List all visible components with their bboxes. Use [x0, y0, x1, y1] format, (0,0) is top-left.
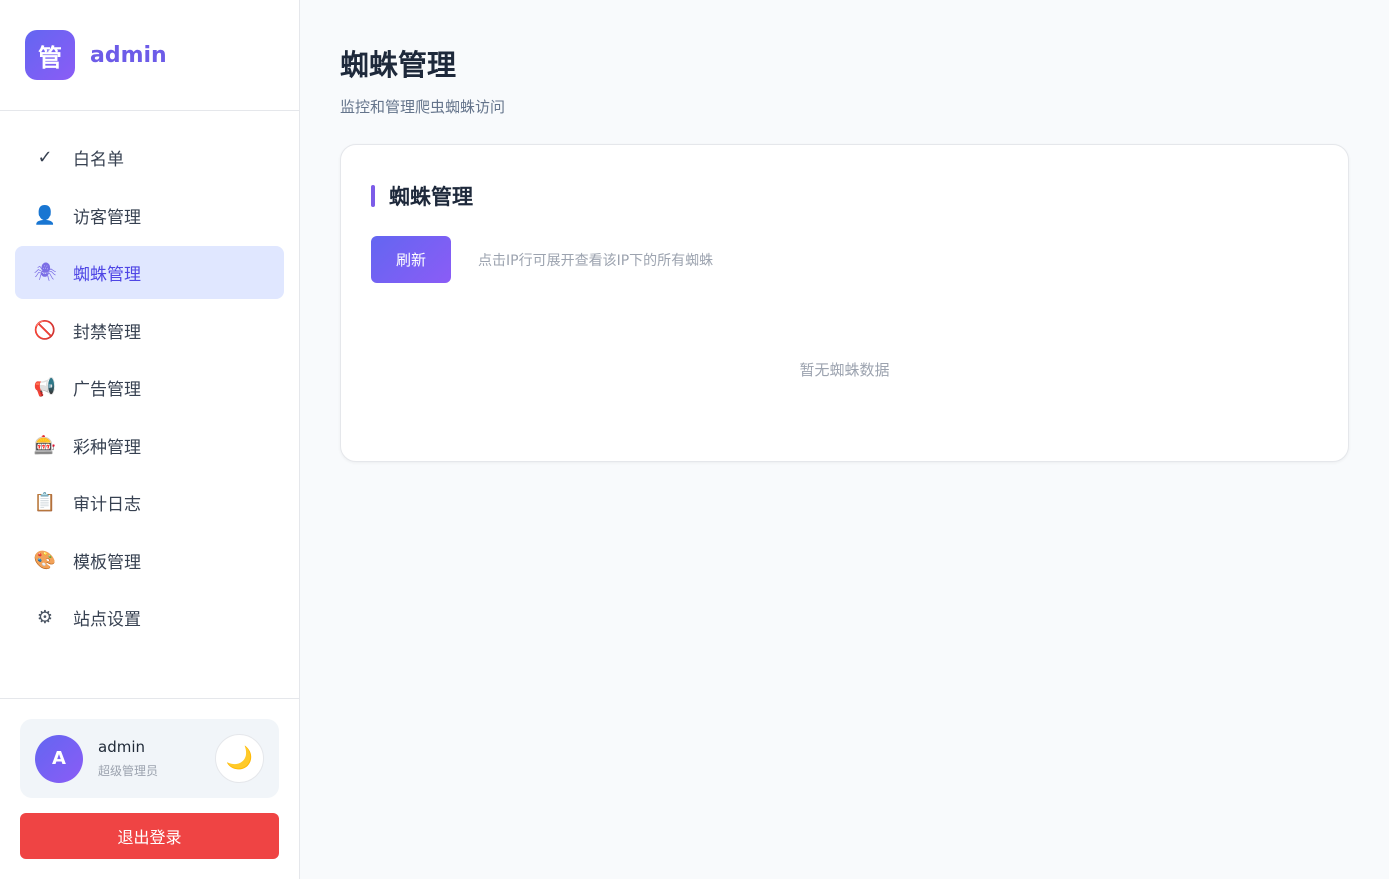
sidebar-item-label: 站点设置	[73, 610, 141, 630]
user-role: 超级管理员	[98, 764, 159, 778]
sidebar-item-templates[interactable]: 🎨 模板管理	[15, 534, 284, 587]
sidebar-item-label: 白名单	[73, 150, 124, 170]
sidebar-item-bans[interactable]: 🚫 封禁管理	[15, 304, 284, 357]
palette-icon: 🎨	[33, 549, 57, 571]
avatar: A	[35, 734, 83, 783]
sidebar-footer: A admin 超级管理员 🌙 退出登录	[0, 698, 299, 879]
page-title: 蜘蛛管理	[340, 48, 457, 82]
brand: 管 admin	[0, 0, 299, 111]
sidebar-item-site-settings[interactable]: ⚙ 站点设置	[15, 591, 284, 644]
app-root: 管 admin ✓ 白名单 👤 访客管理 🕷 蜘蛛管理 🚫 封禁管理 📢 广告管…	[0, 0, 1389, 879]
brand-logo: 管	[25, 30, 75, 80]
visitor-icon: 👤	[33, 204, 57, 226]
main-content: 蜘蛛管理 监控和管理爬虫蜘蛛访问 蜘蛛管理 刷新 点击IP行可展开查看该IP下的…	[300, 0, 1389, 879]
sidebar-item-whitelist[interactable]: ✓ 白名单	[15, 131, 284, 184]
spider-icon: 🕷	[33, 262, 57, 283]
sidebar-item-label: 彩种管理	[73, 437, 141, 458]
check-icon: ✓	[37, 147, 53, 168]
empty-state-text: 暂无蜘蛛数据	[799, 361, 890, 379]
card-accent-bar	[371, 185, 375, 207]
gear-icon: ⚙	[36, 607, 54, 628]
sidebar-item-label: 访客管理	[73, 207, 141, 228]
card-title: 蜘蛛管理	[389, 185, 473, 209]
sidebar-item-label: 蜘蛛管理	[73, 265, 141, 285]
user-name: admin	[98, 738, 145, 756]
sidebar-nav: ✓ 白名单 👤 访客管理 🕷 蜘蛛管理 🚫 封禁管理 📢 广告管理 🎰 彩种管理…	[0, 111, 299, 649]
slot-machine-icon: 🎰	[33, 434, 57, 456]
theme-toggle-button[interactable]: 🌙	[215, 734, 264, 783]
sidebar-item-visitors[interactable]: 👤 访客管理	[15, 189, 284, 242]
sidebar-item-label: 模板管理	[73, 552, 141, 573]
refresh-button[interactable]: 刷新	[371, 236, 451, 283]
logout-button[interactable]: 退出登录	[20, 813, 279, 859]
megaphone-icon: 📢	[33, 377, 57, 398]
moon-icon: 🌙	[225, 746, 254, 771]
clipboard-icon: 📋	[33, 492, 57, 513]
sidebar-item-lottery[interactable]: 🎰 彩种管理	[15, 419, 284, 472]
card-toolbar: 刷新 点击IP行可展开查看该IP下的所有蜘蛛	[371, 236, 713, 283]
sidebar-item-audit-log[interactable]: 📋 审计日志	[15, 476, 284, 529]
user-info: admin 超级管理员	[98, 738, 158, 779]
sidebar: 管 admin ✓ 白名单 👤 访客管理 🕷 蜘蛛管理 🚫 封禁管理 📢 广告管…	[0, 0, 300, 879]
card-header: 蜘蛛管理	[371, 181, 473, 211]
sidebar-item-label: 审计日志	[73, 495, 141, 515]
sidebar-item-ads[interactable]: 📢 广告管理	[15, 361, 284, 414]
user-card: A admin 超级管理员 🌙	[20, 719, 279, 798]
hint-text: 点击IP行可展开查看该IP下的所有蜘蛛	[478, 252, 714, 269]
sidebar-item-spiders[interactable]: 🕷 蜘蛛管理	[15, 246, 284, 299]
spider-card: 蜘蛛管理 刷新 点击IP行可展开查看该IP下的所有蜘蛛 暂无蜘蛛数据	[340, 144, 1349, 462]
page-subtitle: 监控和管理爬虫蜘蛛访问	[340, 98, 506, 116]
sidebar-item-label: 封禁管理	[73, 322, 141, 343]
brand-name: admin	[90, 42, 167, 68]
ban-icon: 🚫	[33, 319, 57, 341]
sidebar-item-label: 广告管理	[73, 380, 141, 400]
